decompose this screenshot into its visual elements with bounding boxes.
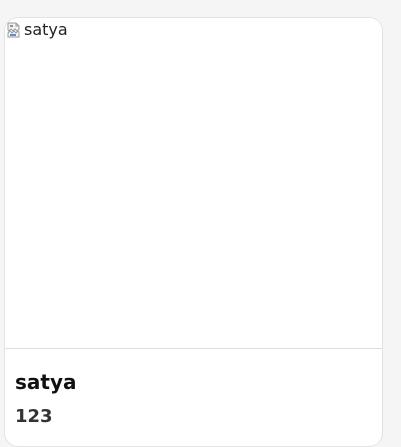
card-subtitle: 123 bbox=[15, 406, 53, 427]
card-title: satya bbox=[15, 370, 77, 394]
profile-card[interactable]: satya satya 123 bbox=[4, 17, 383, 447]
card-image-alt-text: satya bbox=[24, 20, 68, 39]
card-image: satya bbox=[6, 20, 68, 40]
card-image-area: satya bbox=[5, 18, 382, 349]
card-body: satya 123 bbox=[5, 349, 382, 446]
broken-image-icon bbox=[6, 22, 22, 38]
